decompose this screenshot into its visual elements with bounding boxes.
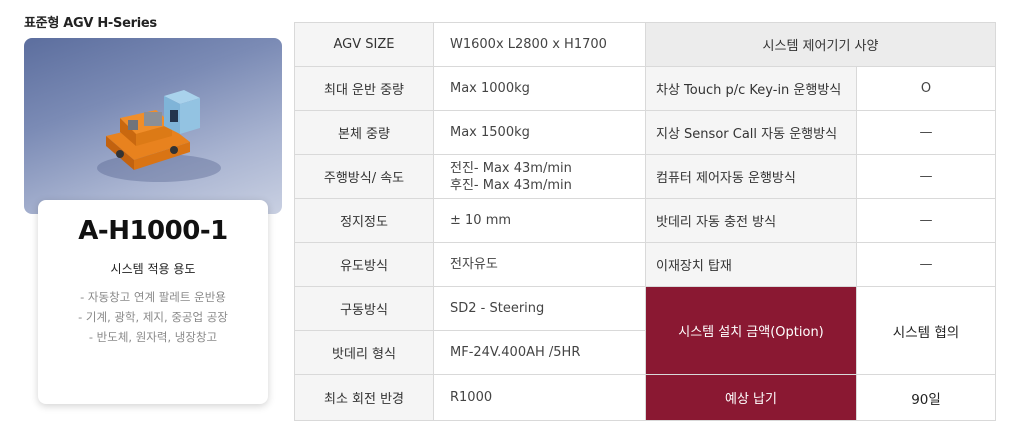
control-label: 이재장치 탑재 [645,242,857,287]
spec-label: 정지정도 [294,198,434,243]
table-row: 정지정도 ± 10 mm 밧데리 자동 충전 방식 — [294,198,996,243]
control-value: — [856,242,996,287]
control-header: 시스템 제어기기 사양 [645,22,996,67]
table-row: 주행방식/ 속도 전진- Max 43m/min 후진- Max 43m/min… [294,154,996,199]
usage-item: - 반도체, 원자력, 냉장창고 [88,330,218,344]
control-value: — [856,198,996,243]
control-value: O [856,66,996,111]
usage-item: - 자동창고 연계 팔레트 운반용 [80,290,226,304]
control-label: 밧데리 자동 충전 방식 [645,198,857,243]
spec-value: R1000 [433,374,646,421]
control-label: 컴퓨터 제어자동 운행방식 [645,154,857,199]
spec-label: AGV SIZE [294,22,434,67]
spec-label: 구동방식 [294,286,434,331]
table-row: 유도방식 전자유도 이재장치 탑재 — [294,242,996,287]
table-row: AGV SIZE W1600x L2800 x H1700 시스템 제어기기 사… [294,22,996,67]
usage-item: - 기계, 광학, 제지, 중공업 공장 [78,310,228,324]
spec-label: 최소 회전 반경 [294,374,434,421]
delivery-value: 90일 [856,374,996,421]
spec-value: W1600x L2800 x H1700 [433,22,646,67]
table-row: 최대 운반 중량 Max 1000kg 차상 Touch p/c Key-in … [294,66,996,111]
spec-value: Max 1500kg [433,110,646,155]
spec-value: 전자유도 [433,242,646,287]
install-cost-value: 시스템 협의 [856,286,996,375]
spec-value: ± 10 mm [433,198,646,243]
spec-label: 최대 운반 중량 [294,66,434,111]
model-card: A-H1000-1 시스템 적용 용도 - 자동창고 연계 팔레트 운반용 - … [38,200,268,404]
speed-reverse: 후진- Max 43m/min [450,177,572,193]
table-row: 최소 회전 반경 R1000 예상 납기 90일 [294,374,996,421]
control-label: 지상 Sensor Call 자동 운행방식 [645,110,857,155]
spec-value: 전진- Max 43m/min 후진- Max 43m/min [433,154,646,199]
spec-value: SD2 - Steering [433,286,646,331]
spec-value: Max 1000kg [433,66,646,111]
table-row: 구동방식 SD2 - Steering 시스템 설치 금액(Option) 시스… [294,286,996,375]
usage-list: - 자동창고 연계 팔레트 운반용 - 기계, 광학, 제지, 중공업 공장 -… [38,287,268,347]
control-label: 차상 Touch p/c Key-in 운행방식 [645,66,857,111]
spec-label: 주행방식/ 속도 [294,154,434,199]
control-value: — [856,154,996,199]
speed-forward: 전진- Max 43m/min [450,160,572,176]
spec-table: AGV SIZE W1600x L2800 x H1700 시스템 제어기기 사… [294,22,996,421]
agv-illustration [97,90,221,182]
model-name: A-H1000-1 [78,216,228,246]
agv-product-image [24,38,282,214]
table-row: 본체 중량 Max 1500kg 지상 Sensor Call 자동 운행방식 … [294,110,996,155]
spec-label: 유도방식 [294,242,434,287]
spec-label: 본체 중량 [294,110,434,155]
usage-title: 시스템 적용 용도 [110,262,196,276]
install-cost-label: 시스템 설치 금액(Option) [645,286,857,375]
delivery-label: 예상 납기 [645,374,857,421]
control-value: — [856,110,996,155]
spec-value: MF-24V.400AH /5HR [433,330,646,375]
spec-label: 밧데리 형식 [294,330,434,375]
series-title: 표준형 AGV H-Series [24,16,157,31]
